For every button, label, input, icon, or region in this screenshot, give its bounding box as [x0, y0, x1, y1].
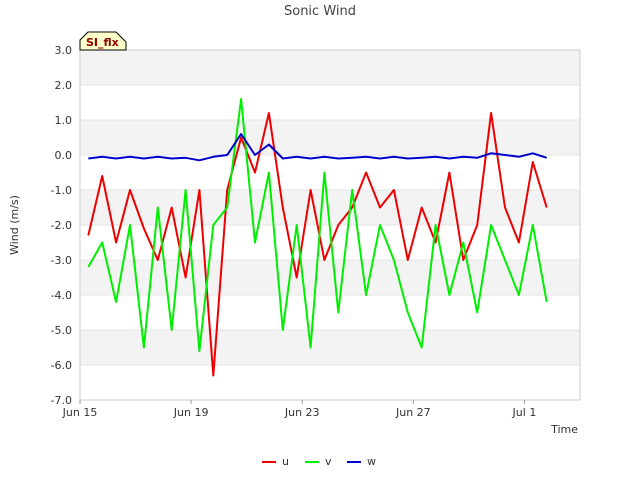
y-tick-label: -4.0 — [51, 289, 72, 302]
badge-label: SI_flx — [86, 36, 119, 49]
y-tick-label: -3.0 — [51, 254, 72, 267]
y-tick-label: 3.0 — [55, 44, 73, 57]
y-tick-label: -2.0 — [51, 219, 72, 232]
legend-label-u: u — [282, 455, 289, 468]
grid-band — [80, 260, 580, 295]
legend: u v w — [262, 455, 376, 468]
y-tick-label: -5.0 — [51, 324, 72, 337]
grid-band — [80, 295, 580, 330]
x-axis: Jun 15 Jun 19 Jun 23 Jun 27 Jul 1 — [62, 400, 537, 419]
sonic-wind-chart: -7.0-6.0-5.0-4.0-3.0-2.0-1.00.01.02.03.0… — [8, 4, 581, 468]
grid-band — [80, 330, 580, 365]
x-tick-label: Jun 15 — [62, 406, 98, 419]
x-tick-label: Jul 1 — [512, 406, 537, 419]
y-tick-label: -6.0 — [51, 359, 72, 372]
grid-band — [80, 85, 580, 120]
chart-title: Sonic Wind — [284, 4, 356, 19]
x-tick-label: Jun 19 — [173, 406, 209, 419]
y-tick-label: -1.0 — [51, 184, 72, 197]
y-tick-label: 0.0 — [55, 149, 73, 162]
grid-band — [80, 365, 580, 400]
grid-band — [80, 155, 580, 190]
legend-label-w: w — [367, 455, 376, 468]
y-tick-label: 1.0 — [55, 114, 73, 127]
y-tick-label: 2.0 — [55, 79, 73, 92]
y-axis-title: Wind (m/s) — [8, 195, 21, 255]
station-badge: SI_flx — [79, 31, 127, 51]
grid-band — [80, 120, 580, 155]
legend-label-v: v — [325, 455, 332, 468]
x-tick-label: Jun 27 — [395, 406, 431, 419]
x-axis-title: Time — [550, 423, 578, 436]
grid-band — [80, 50, 580, 85]
y-axis: -7.0-6.0-5.0-4.0-3.0-2.0-1.00.01.02.03.0 — [51, 44, 72, 407]
x-tick-label: Jun 23 — [284, 406, 320, 419]
